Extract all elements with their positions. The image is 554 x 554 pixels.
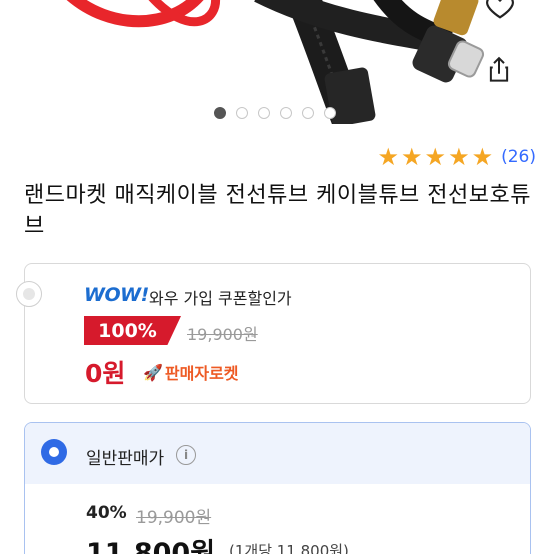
product-title: 랜드마켓 매직케이블 전선튜브 케이블튜브 전선보호튜브	[24, 183, 531, 239]
star-icon: ★	[448, 143, 470, 171]
wow-discount-rate: 100%	[98, 319, 157, 342]
carousel-pagination	[214, 107, 336, 119]
normal-final-price: 11,800원	[86, 538, 216, 554]
unit-price: (1개당 11,800원)	[229, 542, 349, 554]
star-icon: ★	[377, 143, 400, 171]
normal-price-label: 일반판매가	[86, 449, 165, 469]
seller-rocket-label: 판매자로켓	[164, 364, 239, 383]
info-icon[interactable]: i	[176, 445, 196, 465]
wow-price-label: 와우 가입 쿠폰할인가	[149, 289, 292, 308]
carousel-dot[interactable]	[214, 107, 226, 119]
star-icon: ★	[424, 143, 447, 171]
product-image	[66, 0, 485, 124]
carousel-dot[interactable]	[324, 107, 336, 119]
carousel-dot[interactable]	[280, 107, 292, 119]
normal-option-radio[interactable]	[41, 439, 67, 465]
carousel-dot[interactable]	[302, 107, 314, 119]
rating-stars: ★ ★ ★ ★ ★	[378, 145, 494, 169]
normal-discount-rate: 40%	[86, 503, 127, 523]
wow-option-radio[interactable]	[16, 281, 42, 307]
carousel-dot[interactable]	[258, 107, 270, 119]
star-icon: ★	[401, 143, 423, 171]
carousel-dot[interactable]	[236, 107, 248, 119]
share-button[interactable]	[484, 55, 532, 103]
heart-icon	[486, 0, 514, 19]
product-image-carousel[interactable]	[0, 0, 554, 124]
wow-discount-badge: 100%	[84, 316, 181, 345]
normal-original-price: 19,900원	[136, 508, 212, 528]
star-icon: ★	[471, 143, 494, 171]
wow-final-price: 0원	[85, 359, 126, 388]
seller-rocket-badge: 🚀 판매자로켓	[143, 360, 239, 384]
rocket-icon: 🚀	[143, 362, 163, 382]
wow-membership-badge: WOW!	[84, 284, 149, 306]
share-icon	[489, 56, 509, 82]
product-rating[interactable]: ★ ★ ★ ★ ★ (26)	[378, 145, 536, 169]
wow-original-price: 19,900원	[187, 325, 258, 344]
review-count-link[interactable]: (26)	[501, 147, 536, 167]
